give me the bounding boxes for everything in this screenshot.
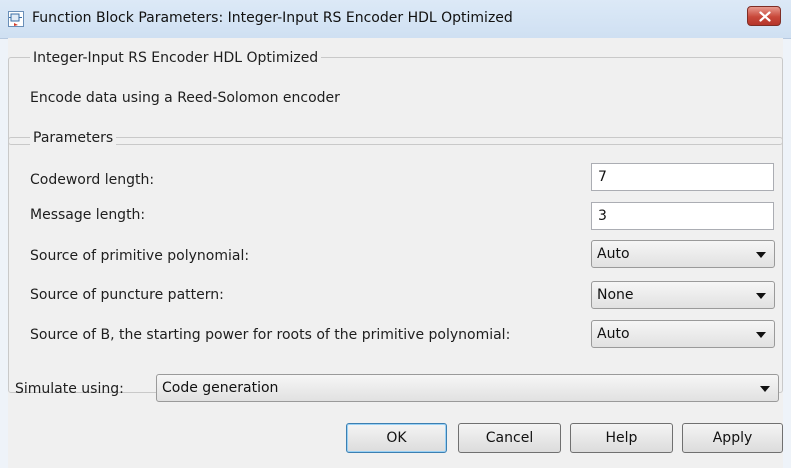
title-bar[interactable]: Function Block Parameters: Integer-Input… (0, 0, 791, 39)
codeword-length-field[interactable]: 7 (591, 163, 774, 191)
parameters-heading: Parameters (30, 130, 117, 146)
help-button[interactable]: Help (570, 423, 673, 453)
codeword-length-label: Codeword length: (30, 172, 155, 188)
puncture-pattern-source-select[interactable]: None (591, 281, 775, 309)
chevron-down-icon (760, 386, 770, 392)
ok-button[interactable]: OK (346, 423, 447, 453)
message-length-field[interactable]: 3 (591, 202, 774, 230)
simulate-using-label: Simulate using: (15, 381, 124, 397)
block-description: Encode data using a Reed-Solomon encoder (30, 90, 340, 106)
dialog-window: Function Block Parameters: Integer-Input… (0, 0, 791, 468)
close-button[interactable] (747, 6, 781, 26)
b-source-label: Source of B, the starting power for root… (30, 327, 511, 343)
puncture-pattern-source-value: None (597, 287, 634, 303)
simulink-block-icon (8, 11, 24, 27)
apply-button[interactable]: Apply (682, 423, 783, 453)
chevron-down-icon (756, 293, 766, 299)
b-source-value: Auto (597, 326, 630, 342)
simulate-using-value: Code generation (162, 380, 279, 396)
primitive-polynomial-source-select[interactable]: Auto (591, 240, 775, 268)
chevron-down-icon (756, 332, 766, 338)
b-source-select[interactable]: Auto (591, 320, 775, 348)
block-name-heading: Integer-Input RS Encoder HDL Optimized (30, 50, 322, 66)
cancel-button[interactable]: Cancel (458, 423, 561, 453)
primitive-polynomial-source-label: Source of primitive polynomial: (30, 248, 250, 264)
message-length-label: Message length: (30, 207, 146, 223)
chevron-down-icon (756, 252, 766, 258)
primitive-polynomial-source-value: Auto (597, 246, 630, 262)
dialog-content: Integer-Input RS Encoder HDL Optimized E… (8, 38, 783, 468)
simulate-using-select[interactable]: Code generation (156, 374, 779, 402)
puncture-pattern-source-label: Source of puncture pattern: (30, 287, 224, 303)
window-title: Function Block Parameters: Integer-Input… (32, 10, 513, 26)
